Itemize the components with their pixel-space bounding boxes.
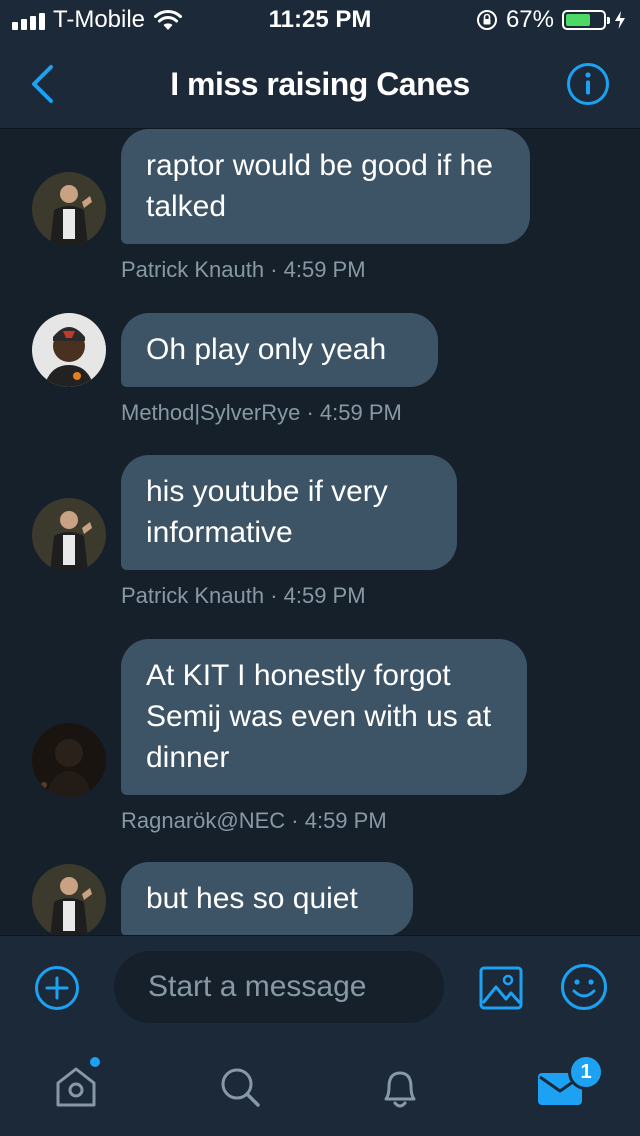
home-icon[interactable] xyxy=(50,1061,102,1113)
message-text: At KIT I honestly forgot Semij was even … xyxy=(146,659,492,774)
notifications-bell-icon[interactable] xyxy=(374,1061,426,1113)
back-button[interactable] xyxy=(18,60,66,108)
message-text: but hes so quiet xyxy=(146,882,358,915)
message-bubble[interactable]: but hes so quiet xyxy=(121,862,413,935)
info-icon[interactable] xyxy=(566,62,610,106)
emoji-icon[interactable] xyxy=(560,963,608,1011)
home-notification-dot xyxy=(90,1057,100,1067)
image-icon[interactable] xyxy=(478,965,524,1011)
message-meta: Method|SylverRye · 4:59 PM xyxy=(121,400,402,425)
message-meta: Patrick Knauth · 4:59 PM xyxy=(121,583,366,608)
add-media-button[interactable] xyxy=(34,965,80,1011)
avatar[interactable] xyxy=(32,498,106,572)
battery-percent: 67% xyxy=(505,6,554,33)
message-meta: Ragnarök@NEC · 4:59 PM xyxy=(121,808,387,833)
avatar[interactable] xyxy=(32,723,106,797)
avatar[interactable] xyxy=(32,313,106,387)
message-input[interactable] xyxy=(114,951,444,1023)
message-text: raptor would be good if he talked xyxy=(146,149,493,223)
message-bubble[interactable]: At KIT I honestly forgot Semij was even … xyxy=(121,639,527,795)
messages-badge: 1 xyxy=(568,1054,604,1090)
charging-bolt-icon xyxy=(615,11,625,29)
conversation-header: I miss raising Canes xyxy=(0,40,640,129)
battery-icon xyxy=(562,10,610,30)
message-bubble[interactable]: his youtube if very informative xyxy=(121,455,457,570)
orientation-lock-icon xyxy=(476,10,497,30)
dm-conversation-screen: T-Mobile 11:25 PM 67% I miss raising Can… xyxy=(0,0,640,1136)
message-text: Oh play only yeah xyxy=(146,333,387,366)
message-meta: Patrick Knauth · 4:59 PM xyxy=(121,257,366,282)
tab-bar xyxy=(0,1037,640,1136)
chevron-left-icon xyxy=(32,65,53,103)
conversation-title: I miss raising Canes xyxy=(170,66,470,102)
message-bubble[interactable]: Oh play only yeah xyxy=(121,313,438,387)
message-text: his youtube if very informative xyxy=(146,475,388,549)
message-bubble[interactable]: raptor would be good if he talked xyxy=(121,129,530,244)
message-list[interactable]: raptor would be good if he talked Patric… xyxy=(0,129,640,935)
avatar[interactable] xyxy=(32,864,106,935)
search-icon[interactable] xyxy=(214,1061,266,1113)
status-bar: T-Mobile 11:25 PM 67% xyxy=(0,0,640,40)
message-composer xyxy=(0,935,640,1038)
avatar[interactable] xyxy=(32,172,106,246)
